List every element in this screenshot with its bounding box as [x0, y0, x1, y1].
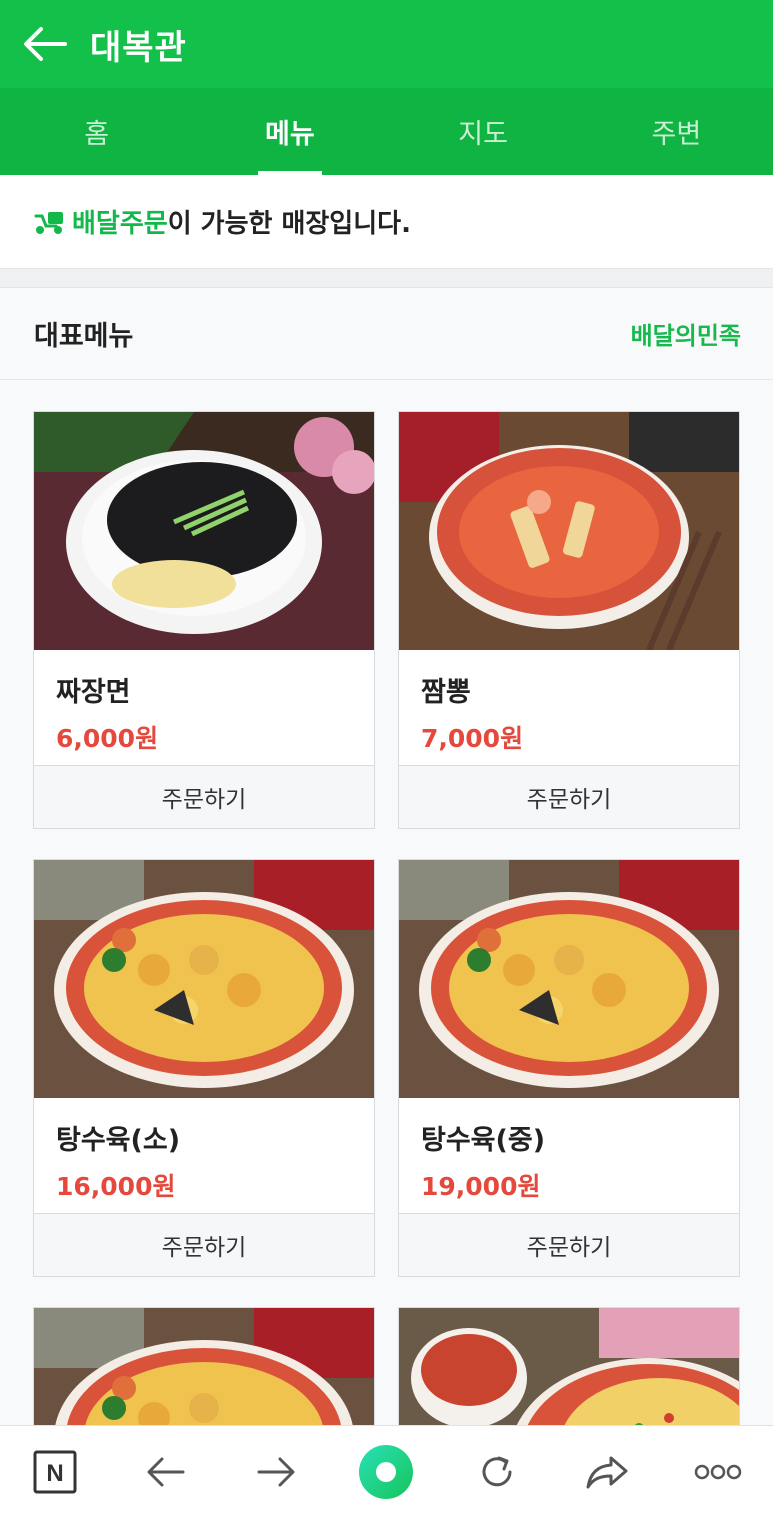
- section-title: 대표메뉴: [34, 321, 134, 352]
- share-button[interactable]: [572, 1437, 642, 1507]
- naver-home-button[interactable]: N: [20, 1437, 90, 1507]
- refresh-icon: [482, 1456, 512, 1487]
- share-icon: [586, 1456, 628, 1489]
- tangsuyuk-small-photo: [34, 860, 374, 1098]
- menu-card[interactable]: [33, 1307, 375, 1425]
- delivery-notice: 배달주문 이 가능한 매장입니다.: [0, 175, 773, 268]
- menu-price: 19,000원: [421, 1172, 541, 1201]
- menu-card-info: 탕수육(소) 16,000원: [34, 1098, 374, 1214]
- forward-arrow-icon: [257, 1457, 295, 1487]
- tangsuyuk-photo: [34, 1308, 374, 1425]
- menu-price: 16,000원: [56, 1172, 176, 1201]
- menu-card[interactable]: 탕수육(중) 19,000원 주문하기: [398, 859, 740, 1277]
- tab-home[interactable]: 홈: [0, 88, 193, 175]
- menu-card[interactable]: 탕수육(소) 16,000원 주문하기: [33, 859, 375, 1277]
- menu-price: 6,000원: [56, 724, 159, 753]
- browser-back-button[interactable]: [131, 1437, 201, 1507]
- menu-name: 탕수육(소): [56, 1125, 181, 1156]
- green-dot-icon: [359, 1445, 414, 1499]
- delivery-scooter-icon: [34, 211, 63, 234]
- tab-bar: 홈 메뉴 지도 주변: [0, 88, 773, 175]
- menu-card-info: 탕수육(중) 19,000원: [399, 1098, 739, 1214]
- menu-grid: 짜장면 6,000원 주문하기 짬뽕 7,000원 주문하기 탕수육(소) 16…: [0, 380, 773, 1425]
- naver-n-icon: N: [33, 1450, 77, 1494]
- section-divider: [0, 268, 773, 288]
- fried-rice-set-photo: [399, 1308, 739, 1425]
- menu-card-info: 짬뽕 7,000원: [399, 650, 739, 766]
- arrow-left-icon: [24, 27, 67, 61]
- page: 대복관 홈 메뉴 지도 주변 배달주문 이 가능한 매장입니다. 대표메뉴 배달…: [0, 0, 773, 1518]
- jjamppong-photo: [399, 412, 739, 650]
- menu-card-info: 짜장면 6,000원: [34, 650, 374, 766]
- more-button[interactable]: [683, 1437, 753, 1507]
- order-button[interactable]: 주문하기: [399, 766, 739, 828]
- tab-nearby[interactable]: 주변: [580, 88, 773, 175]
- browser-bottom-bar: N: [0, 1425, 773, 1518]
- menu-card[interactable]: 짬뽕 7,000원 주문하기: [398, 411, 740, 829]
- refresh-button[interactable]: [462, 1437, 532, 1507]
- menu-name: 짬뽕: [421, 677, 471, 708]
- more-icon: [694, 1464, 741, 1480]
- menu-card[interactable]: [398, 1307, 740, 1425]
- menu-name: 짜장면: [56, 677, 131, 708]
- tangsuyuk-medium-photo: [399, 860, 739, 1098]
- menu-price: 7,000원: [421, 724, 524, 753]
- menu-card[interactable]: 짜장면 6,000원 주문하기: [33, 411, 375, 829]
- naver-n-letter: N: [47, 1460, 64, 1487]
- jjajangmyeon-photo: [34, 412, 374, 650]
- order-button[interactable]: 주문하기: [34, 1214, 374, 1276]
- baemin-link[interactable]: 배달의민족: [631, 316, 741, 351]
- back-button[interactable]: [0, 0, 90, 88]
- menu-name: 탕수육(중): [421, 1125, 546, 1156]
- order-button[interactable]: 주문하기: [34, 766, 374, 828]
- tab-map[interactable]: 지도: [387, 88, 580, 175]
- menu-section-header: 대표메뉴 배달의민족: [0, 288, 773, 380]
- order-button[interactable]: 주문하기: [399, 1214, 739, 1276]
- tab-menu[interactable]: 메뉴: [193, 88, 386, 175]
- page-title: 대복관: [90, 27, 187, 68]
- delivery-order-label: 배달주문: [72, 209, 168, 239]
- top-bar: 대복관: [0, 0, 773, 88]
- delivery-notice-text: 이 가능한 매장입니다.: [167, 209, 411, 239]
- green-dot-button[interactable]: [351, 1437, 421, 1507]
- browser-forward-button[interactable]: [241, 1437, 311, 1507]
- back-arrow-icon: [147, 1457, 185, 1487]
